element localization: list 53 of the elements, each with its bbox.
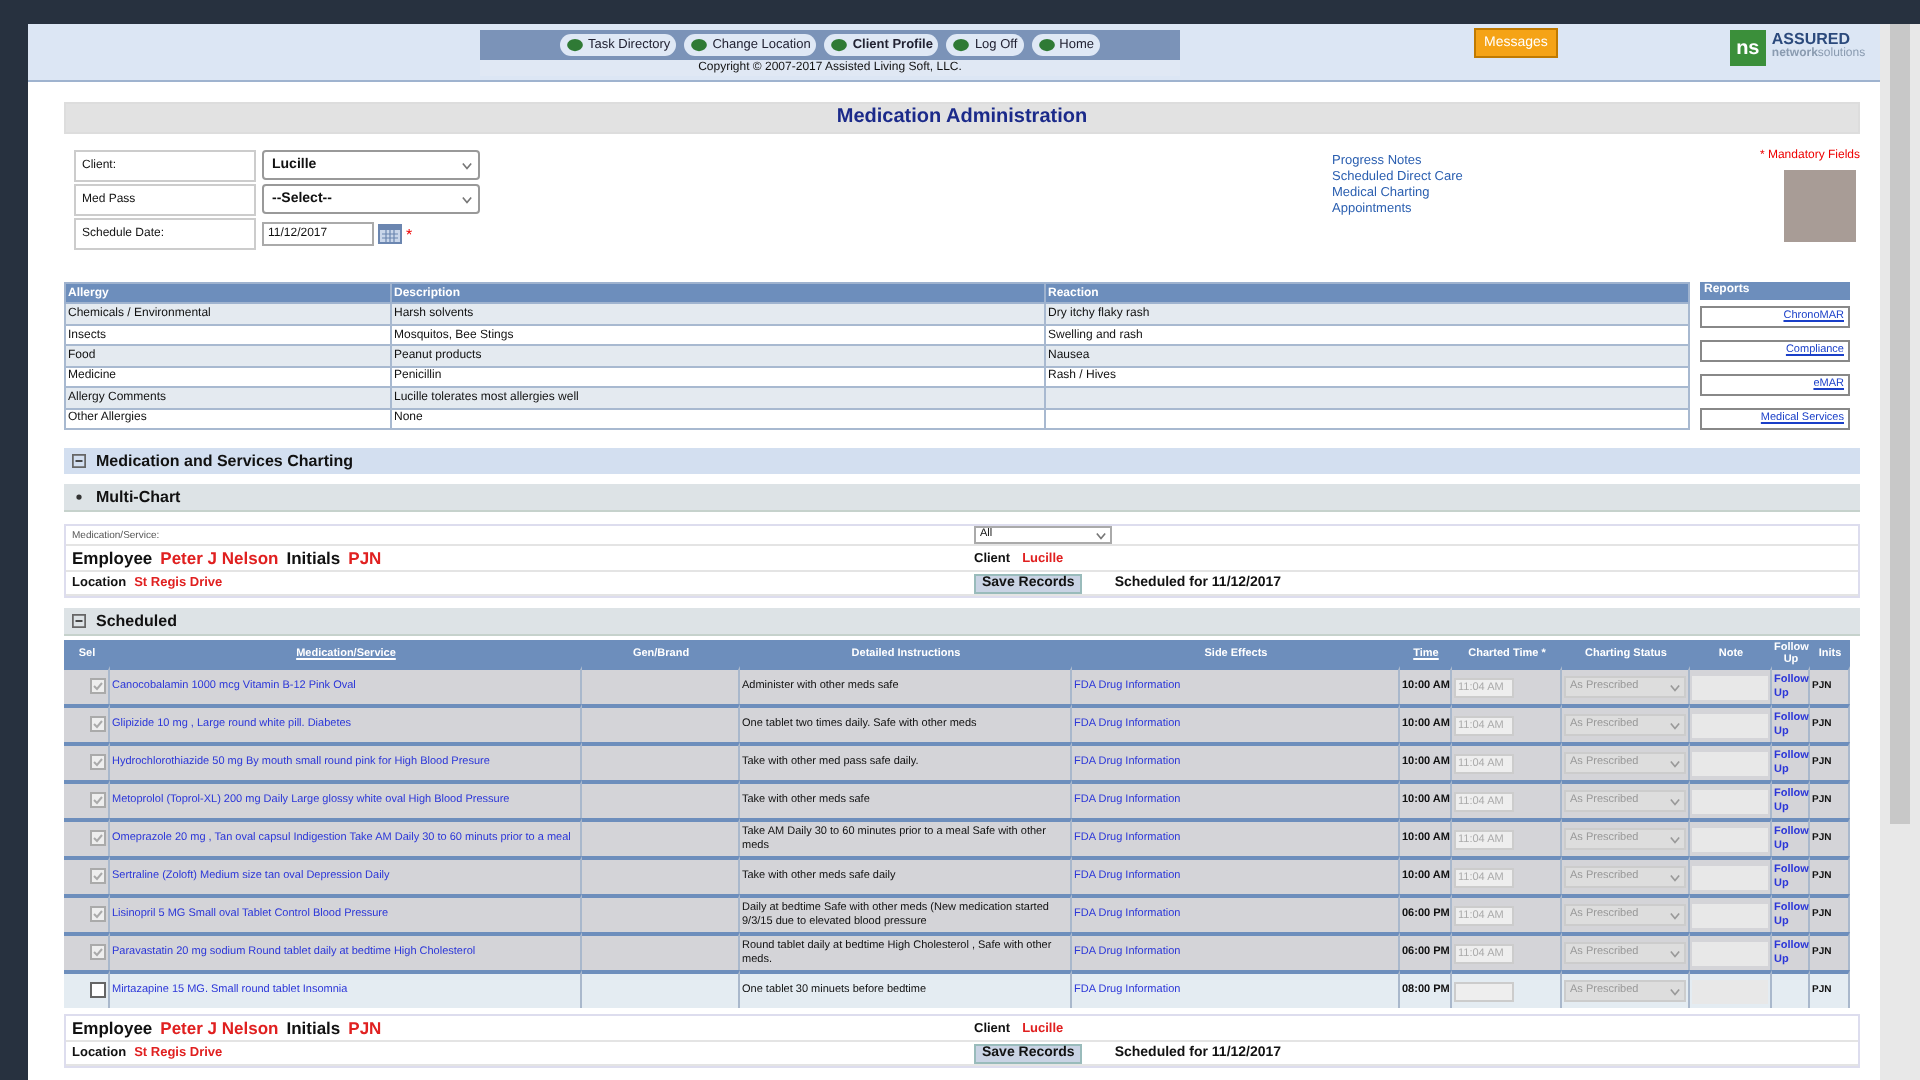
caret-icon	[1096, 531, 1106, 539]
select-checkbox[interactable]	[90, 982, 106, 999]
note-field[interactable]	[1692, 827, 1768, 851]
required-mark: *	[406, 225, 413, 243]
select-checkbox[interactable]	[90, 716, 106, 733]
caret-icon	[1670, 797, 1680, 805]
employee-label: Employee	[72, 1018, 153, 1038]
select-checkbox[interactable]	[90, 678, 106, 695]
note-field[interactable]	[1692, 903, 1768, 927]
note-field[interactable]	[1692, 865, 1768, 889]
note-field[interactable]	[1692, 675, 1768, 699]
select-checkbox[interactable]	[90, 830, 106, 847]
page-title: Medication Administration	[64, 102, 1860, 134]
caret-icon	[1670, 721, 1680, 729]
select-checkbox[interactable]	[90, 868, 106, 885]
scrollbar[interactable]	[1880, 24, 1920, 1080]
employee-name: Peter J Nelson	[160, 548, 279, 568]
note-field[interactable]	[1692, 713, 1768, 737]
section-header[interactable]: Medication and Services Charting	[64, 448, 1860, 474]
initials-label: Initials	[286, 1018, 341, 1038]
caret-icon	[1670, 873, 1680, 881]
caret-icon	[462, 195, 472, 203]
employee-label: Employee	[72, 548, 153, 568]
scrollbar-thumb[interactable]	[1890, 24, 1910, 824]
initials-value: PJN	[348, 1018, 382, 1038]
photo-placeholder	[1784, 170, 1856, 242]
select-checkbox[interactable]	[90, 906, 106, 923]
caret-icon	[1670, 759, 1680, 767]
select-checkbox[interactable]	[90, 792, 106, 809]
toggle-icon	[72, 614, 86, 628]
initials-value: PJN	[348, 548, 382, 568]
caret-icon	[1670, 835, 1680, 843]
logo-name: ASSURED	[1771, 30, 1851, 48]
note-field[interactable]	[1692, 751, 1768, 775]
caret-icon	[1670, 911, 1680, 919]
note-field[interactable]	[1692, 941, 1768, 965]
select-checkbox[interactable]	[90, 944, 106, 961]
charted-time-field[interactable]	[1454, 981, 1514, 1001]
caret-icon	[1670, 949, 1680, 957]
toggle-icon	[72, 490, 86, 504]
logo-mark: ns	[1729, 30, 1766, 66]
note-field[interactable]	[1692, 979, 1768, 1003]
initials-label: Initials	[286, 548, 341, 568]
note-field[interactable]	[1692, 789, 1768, 813]
caret-icon	[1670, 683, 1680, 691]
select-checkbox[interactable]	[90, 754, 106, 771]
calendar-icon[interactable]	[378, 224, 402, 244]
section-header[interactable]: Scheduled	[64, 608, 1860, 636]
caret-icon	[1670, 987, 1680, 995]
caret-icon	[462, 161, 472, 169]
employee-name: Peter J Nelson	[160, 1018, 279, 1038]
section-header[interactable]: Multi-Chart	[64, 484, 1860, 512]
toggle-icon	[72, 454, 86, 468]
